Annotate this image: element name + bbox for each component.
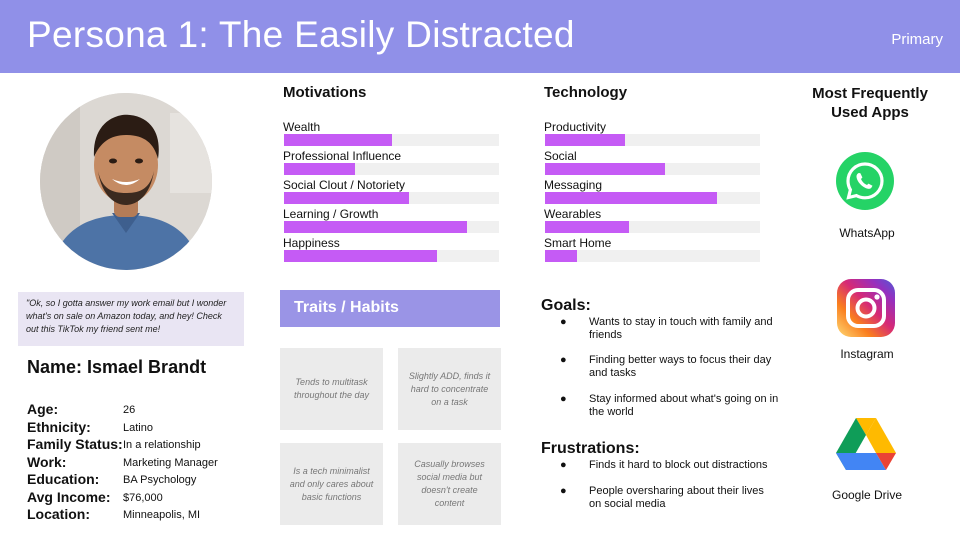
motivation-item: Learning / Growth <box>283 207 499 236</box>
persona-details: Age: 26 Ethnicity: Latino Family Status:… <box>27 401 247 524</box>
technology-bar-fill <box>545 163 666 175</box>
technology-bar-track <box>545 163 760 175</box>
motivation-bar-track <box>284 163 499 175</box>
technology-bar-track <box>545 134 760 146</box>
motivation-label: Learning / Growth <box>283 207 379 221</box>
motivation-bar-fill <box>284 192 409 204</box>
technology-bar-track <box>545 192 760 204</box>
goal-text: Finding better ways to focus their day a… <box>589 354 772 379</box>
motivation-bar-track <box>284 134 499 146</box>
technology-heading: Technology <box>544 84 628 101</box>
detail-value: $76,000 <box>123 491 163 504</box>
detail-label: Education: <box>27 471 100 487</box>
whatsapp-icon <box>835 151 895 211</box>
motivation-item: Professional Influence <box>283 149 499 178</box>
motivation-bar-fill <box>284 221 467 233</box>
motivation-bar-fill <box>284 134 392 146</box>
technology-label: Social <box>544 149 577 163</box>
motivation-item: Happiness <box>283 236 499 265</box>
detail-value: Minneapolis, MI <box>123 509 201 521</box>
instagram-icon <box>837 279 895 337</box>
trait-card: Tends to multitask throughout the day <box>280 348 383 430</box>
technology-item: Social <box>544 149 760 178</box>
goals-heading: Goals: <box>541 297 591 314</box>
technology-label: Productivity <box>544 120 607 134</box>
detail-row-income: Avg Income: $76,000 <box>27 489 247 507</box>
app-label-whatsapp: WhatsApp <box>839 226 895 240</box>
detail-label: Ethnicity: <box>27 418 91 435</box>
trait-card: Is a tech minimalist and only cares abou… <box>280 443 383 525</box>
technology-label: Smart Home <box>544 236 612 250</box>
bullet-icon: ● <box>560 316 567 328</box>
page-title: Persona 1: The Easily Distracted <box>27 14 575 55</box>
detail-row-location: Location: Minneapolis, MI <box>27 506 247 524</box>
persona-quote: "Ok, so I gotta answer my work email but… <box>18 292 244 346</box>
technology-bar-fill <box>545 134 625 146</box>
detail-label: Location: <box>27 506 90 522</box>
technology-label: Wearables <box>544 207 602 221</box>
frustration-text: People oversharing about their lives on … <box>589 485 764 510</box>
motivation-bar-track <box>284 192 499 204</box>
motivation-bar-fill <box>284 250 437 262</box>
motivation-bar-track <box>284 221 499 233</box>
motivation-label: Social Clout / Notoriety <box>283 178 406 192</box>
motivation-item: Wealth <box>283 120 499 149</box>
persona-name: Name: Ismael Brandt <box>27 357 207 377</box>
bullet-icon: ● <box>560 459 567 471</box>
motivation-label: Wealth <box>283 120 321 134</box>
technology-bar-fill <box>545 221 629 233</box>
detail-row-education: Education: BA Psychology <box>27 471 247 489</box>
technology-item: Productivity <box>544 120 760 149</box>
goal-text: Stay informed about what's going on in t… <box>589 393 779 418</box>
detail-row-family-status: Family Status: In a relationship <box>27 436 247 454</box>
frustrations-heading: Frustrations: <box>541 440 640 457</box>
technology-bar-track <box>545 250 760 262</box>
motivations-bars: Wealth Professional Influence Social Clo… <box>283 120 499 265</box>
traits-heading: Traits / Habits <box>280 290 500 327</box>
technology-bar-track <box>545 221 760 233</box>
detail-label: Family Status: <box>27 436 123 452</box>
detail-value: BA Psychology <box>123 474 197 486</box>
frustration-text: Finds it hard to block out distractions <box>589 459 768 471</box>
motivation-item: Social Clout / Notoriety <box>283 178 499 207</box>
bullet-icon: ● <box>560 393 567 405</box>
persona-type-tag: Primary <box>891 31 943 48</box>
technology-item: Messaging <box>544 178 760 207</box>
technology-item: Wearables <box>544 207 760 236</box>
trait-card: Slightly ADD, finds it hard to concentra… <box>398 348 501 430</box>
detail-row-ethnicity: Ethnicity: Latino <box>27 419 247 437</box>
technology-item: Smart Home <box>544 236 760 265</box>
motivation-label: Happiness <box>283 236 340 250</box>
detail-label: Avg Income: <box>27 488 111 505</box>
motivations-heading: Motivations <box>283 84 367 101</box>
detail-label: Age: <box>27 401 59 417</box>
header-banner: Persona 1: The Easily Distracted Primary <box>0 0 960 73</box>
bullet-icon: ● <box>560 354 567 366</box>
google-drive-icon <box>836 418 896 472</box>
technology-bars: Productivity Social Messaging Wearables … <box>544 120 760 265</box>
app-label-google-drive: Google Drive <box>831 488 903 502</box>
detail-label: Work: <box>27 453 67 470</box>
detail-value: 26 <box>123 404 136 416</box>
bullet-icon: ● <box>560 485 567 497</box>
motivation-label: Professional Influence <box>283 149 402 163</box>
detail-row-work: Work: Marketing Manager <box>27 454 247 472</box>
detail-row-age: Age: 26 <box>27 401 247 419</box>
apps-heading: Most Frequently Used Apps <box>812 85 928 121</box>
technology-label: Messaging <box>544 178 603 192</box>
detail-value: In a relationship <box>123 439 201 451</box>
detail-value: Marketing Manager <box>123 456 218 469</box>
technology-bar-fill <box>545 192 717 204</box>
motivation-bar-fill <box>284 163 355 175</box>
app-label-instagram: Instagram <box>840 347 894 361</box>
detail-value: Latino <box>123 421 153 434</box>
goal-text: Wants to stay in touch with family and f… <box>589 316 773 341</box>
trait-card: Casually browses social media but doesn'… <box>398 443 501 525</box>
avatar <box>40 93 212 270</box>
motivation-bar-track <box>284 250 499 262</box>
technology-bar-fill <box>545 250 578 262</box>
